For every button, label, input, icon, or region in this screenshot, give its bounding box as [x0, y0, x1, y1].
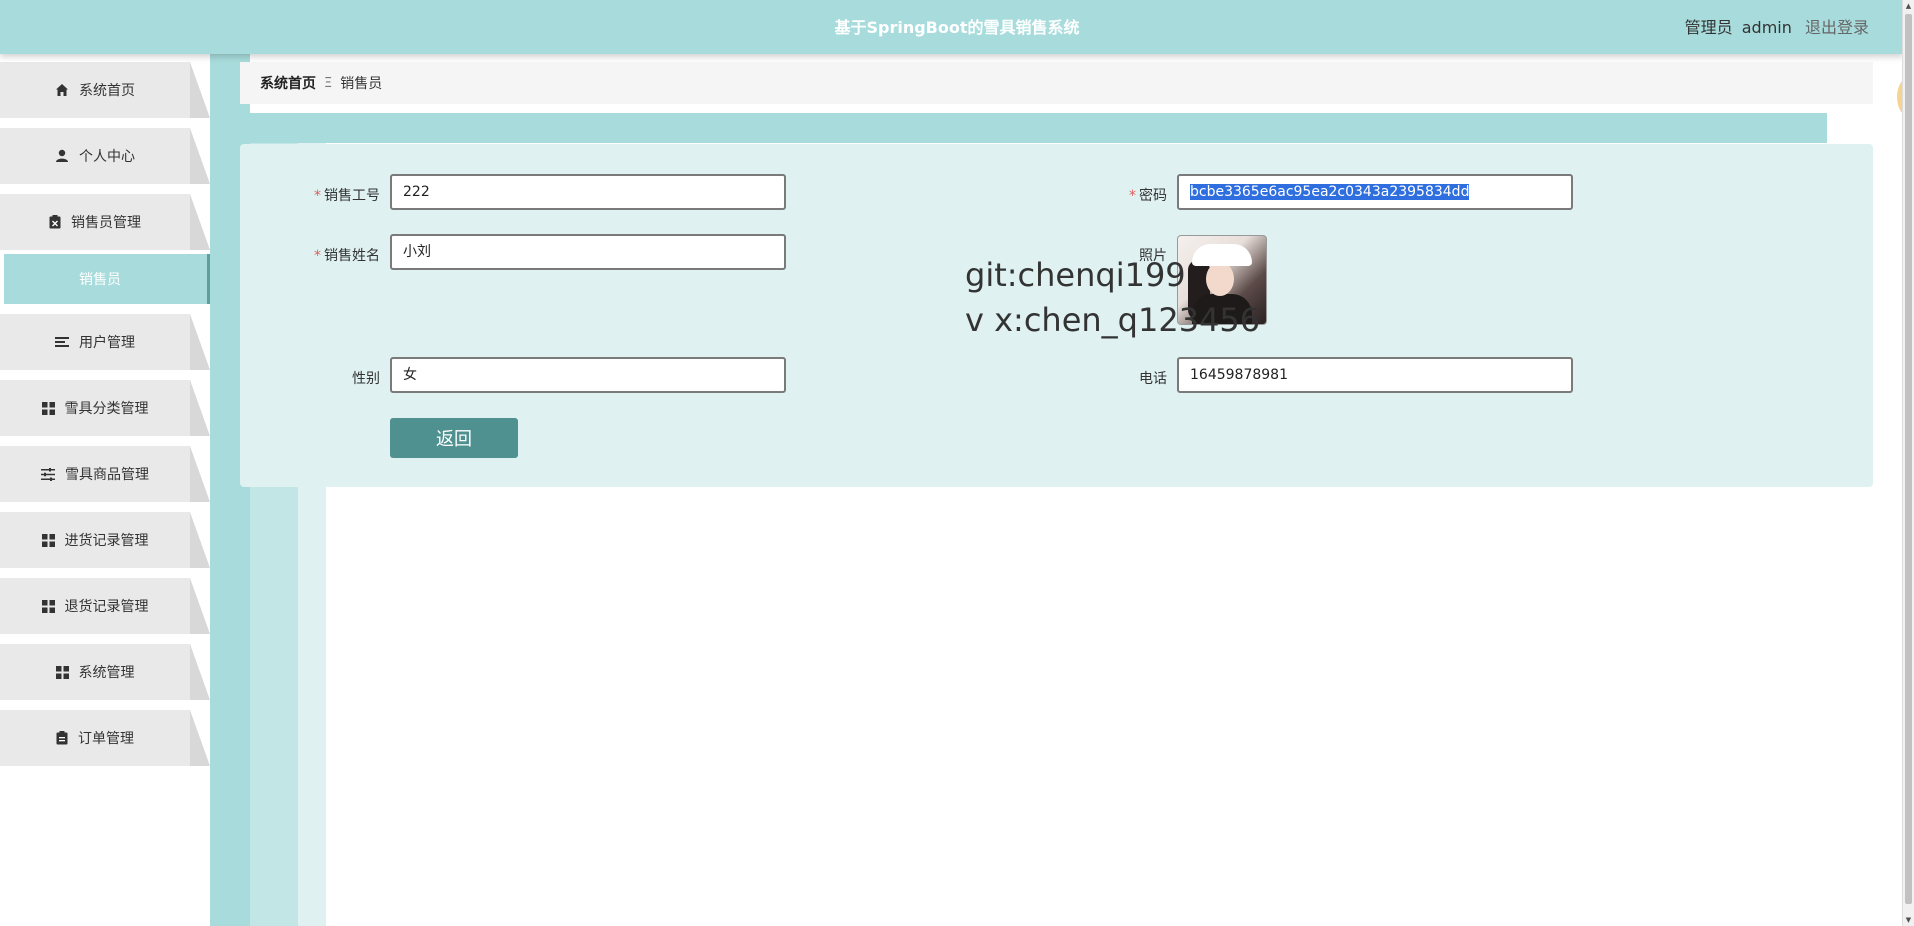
sales-id-label: * 销售工号 — [314, 188, 380, 204]
sidebar-item-label: 用户管理 — [79, 335, 135, 351]
grid-icon — [41, 401, 55, 415]
sales-name-label: * 销售姓名 — [314, 248, 380, 264]
required-mark: * — [314, 248, 321, 264]
grid-icon — [41, 533, 55, 547]
menu-tab-decoration — [190, 62, 210, 118]
sidebar-item-system-management[interactable]: 系统管理 — [0, 644, 210, 700]
menu-tab-decoration — [190, 446, 210, 502]
sidebar-item-profile[interactable]: 个人中心 — [0, 128, 210, 184]
sidebar-item-label: 雪具商品管理 — [65, 467, 149, 483]
phone-field[interactable]: 16459878981 — [1177, 357, 1573, 393]
breadcrumb-home[interactable]: 系统首页 — [260, 73, 316, 93]
menu-tab-decoration — [190, 380, 210, 436]
list-icon — [55, 336, 69, 348]
menu-tab-decoration — [190, 644, 210, 700]
sidebar-item-label: 进货记录管理 — [64, 533, 149, 549]
menu-tab-decoration — [190, 194, 210, 250]
required-mark: * — [1129, 188, 1136, 204]
sales-name-field[interactable]: 小刘 — [390, 234, 786, 270]
required-mark: * — [314, 188, 321, 204]
breadcrumb-separator-icon: Ξ — [324, 75, 333, 91]
home-icon — [55, 83, 69, 97]
watermark-line-1: git:chenqi199 — [965, 256, 1186, 294]
password-field[interactable]: bcbe3365e6ac95ea2c0343a2395834dd — [1177, 174, 1573, 210]
sidebar-item-purchase-records[interactable]: 进货记录管理 — [0, 512, 210, 568]
password-label: * 密码 — [1129, 188, 1167, 204]
sidebar-subitem-label: 销售员 — [79, 272, 121, 288]
password-value-selected: bcbe3365e6ac95ea2c0343a2395834dd — [1190, 184, 1470, 200]
app-title: 基于SpringBoot的雪具销售系统 — [834, 18, 1080, 37]
user-icon — [55, 149, 69, 163]
menu-tab-decoration — [190, 314, 210, 370]
scroll-down-arrow-icon[interactable]: ▼ — [1904, 914, 1913, 926]
sidebar-item-label: 系统首页 — [79, 83, 135, 99]
sidebar-item-category-management[interactable]: 雪具分类管理 — [0, 380, 210, 436]
logout-link[interactable]: 退出登录 — [1805, 18, 1869, 37]
menu-tab-decoration — [190, 128, 210, 184]
sidebar-subitem-salesperson[interactable]: 销售员 — [4, 254, 214, 304]
scrollbar-thumb[interactable] — [1905, 14, 1912, 904]
menu-tab-decoration — [190, 578, 210, 634]
clipboard-x-icon — [49, 215, 61, 229]
sidebar-item-label: 个人中心 — [79, 149, 135, 165]
sidebar-item-home[interactable]: 系统首页 — [0, 62, 210, 118]
sidebar-item-label: 雪具分类管理 — [64, 401, 149, 417]
sidebar-item-order-management[interactable]: 订单管理 — [0, 710, 210, 766]
clipboard-icon — [56, 731, 68, 745]
sidebar-item-label: 退货记录管理 — [64, 599, 149, 615]
user-area: 管理员 admin 退出登录 — [1685, 14, 1869, 38]
content-top-band — [210, 113, 1827, 143]
sidebar-item-product-management[interactable]: 雪具商品管理 — [0, 446, 210, 502]
detail-form: * 销售工号 222 * 密码 bcbe3365e6ac95ea2c0343a239… — [240, 144, 1873, 487]
sidebar-item-sales-management[interactable]: 销售员管理 — [0, 194, 210, 250]
user-name: admin — [1741, 18, 1792, 37]
sidebar-item-label: 销售员管理 — [71, 215, 141, 231]
sidebar-item-return-records[interactable]: 退货记录管理 — [0, 578, 210, 634]
menu-tab-decoration — [190, 512, 210, 568]
sales-id-field[interactable]: 222 — [390, 174, 786, 210]
scroll-up-arrow-icon[interactable]: ▲ — [1904, 0, 1913, 12]
page-scrollbar[interactable]: ▲ ▼ — [1902, 0, 1914, 926]
breadcrumb: 系统首页 Ξ 销售员 — [240, 62, 1873, 104]
sliders-icon — [41, 467, 55, 481]
gender-label: 性别 — [352, 371, 380, 387]
sidebar-item-label: 系统管理 — [78, 665, 135, 681]
grid-icon — [41, 599, 55, 613]
breadcrumb-current: 销售员 — [340, 76, 383, 92]
gender-field[interactable]: 女 — [390, 357, 786, 393]
grid-icon — [55, 665, 69, 679]
sidebar-item-label: 订单管理 — [78, 731, 134, 747]
phone-label: 电话 — [1139, 371, 1167, 387]
user-role: 管理员 — [1684, 18, 1733, 37]
watermark-line-2: v x:chen_q123456 — [965, 301, 1261, 339]
sidebar-item-user-management[interactable]: 用户管理 — [0, 314, 210, 370]
sidebar: 系统首页 个人中心 销售员管理 销售员 用户管理 雪具分类管理 雪具商品管理 进… — [0, 62, 214, 776]
menu-tab-decoration — [190, 710, 210, 766]
top-bar: 基于SpringBoot的雪具销售系统 管理员 admin 退出登录 — [0, 0, 1903, 54]
back-button[interactable]: 返回 — [390, 418, 518, 458]
